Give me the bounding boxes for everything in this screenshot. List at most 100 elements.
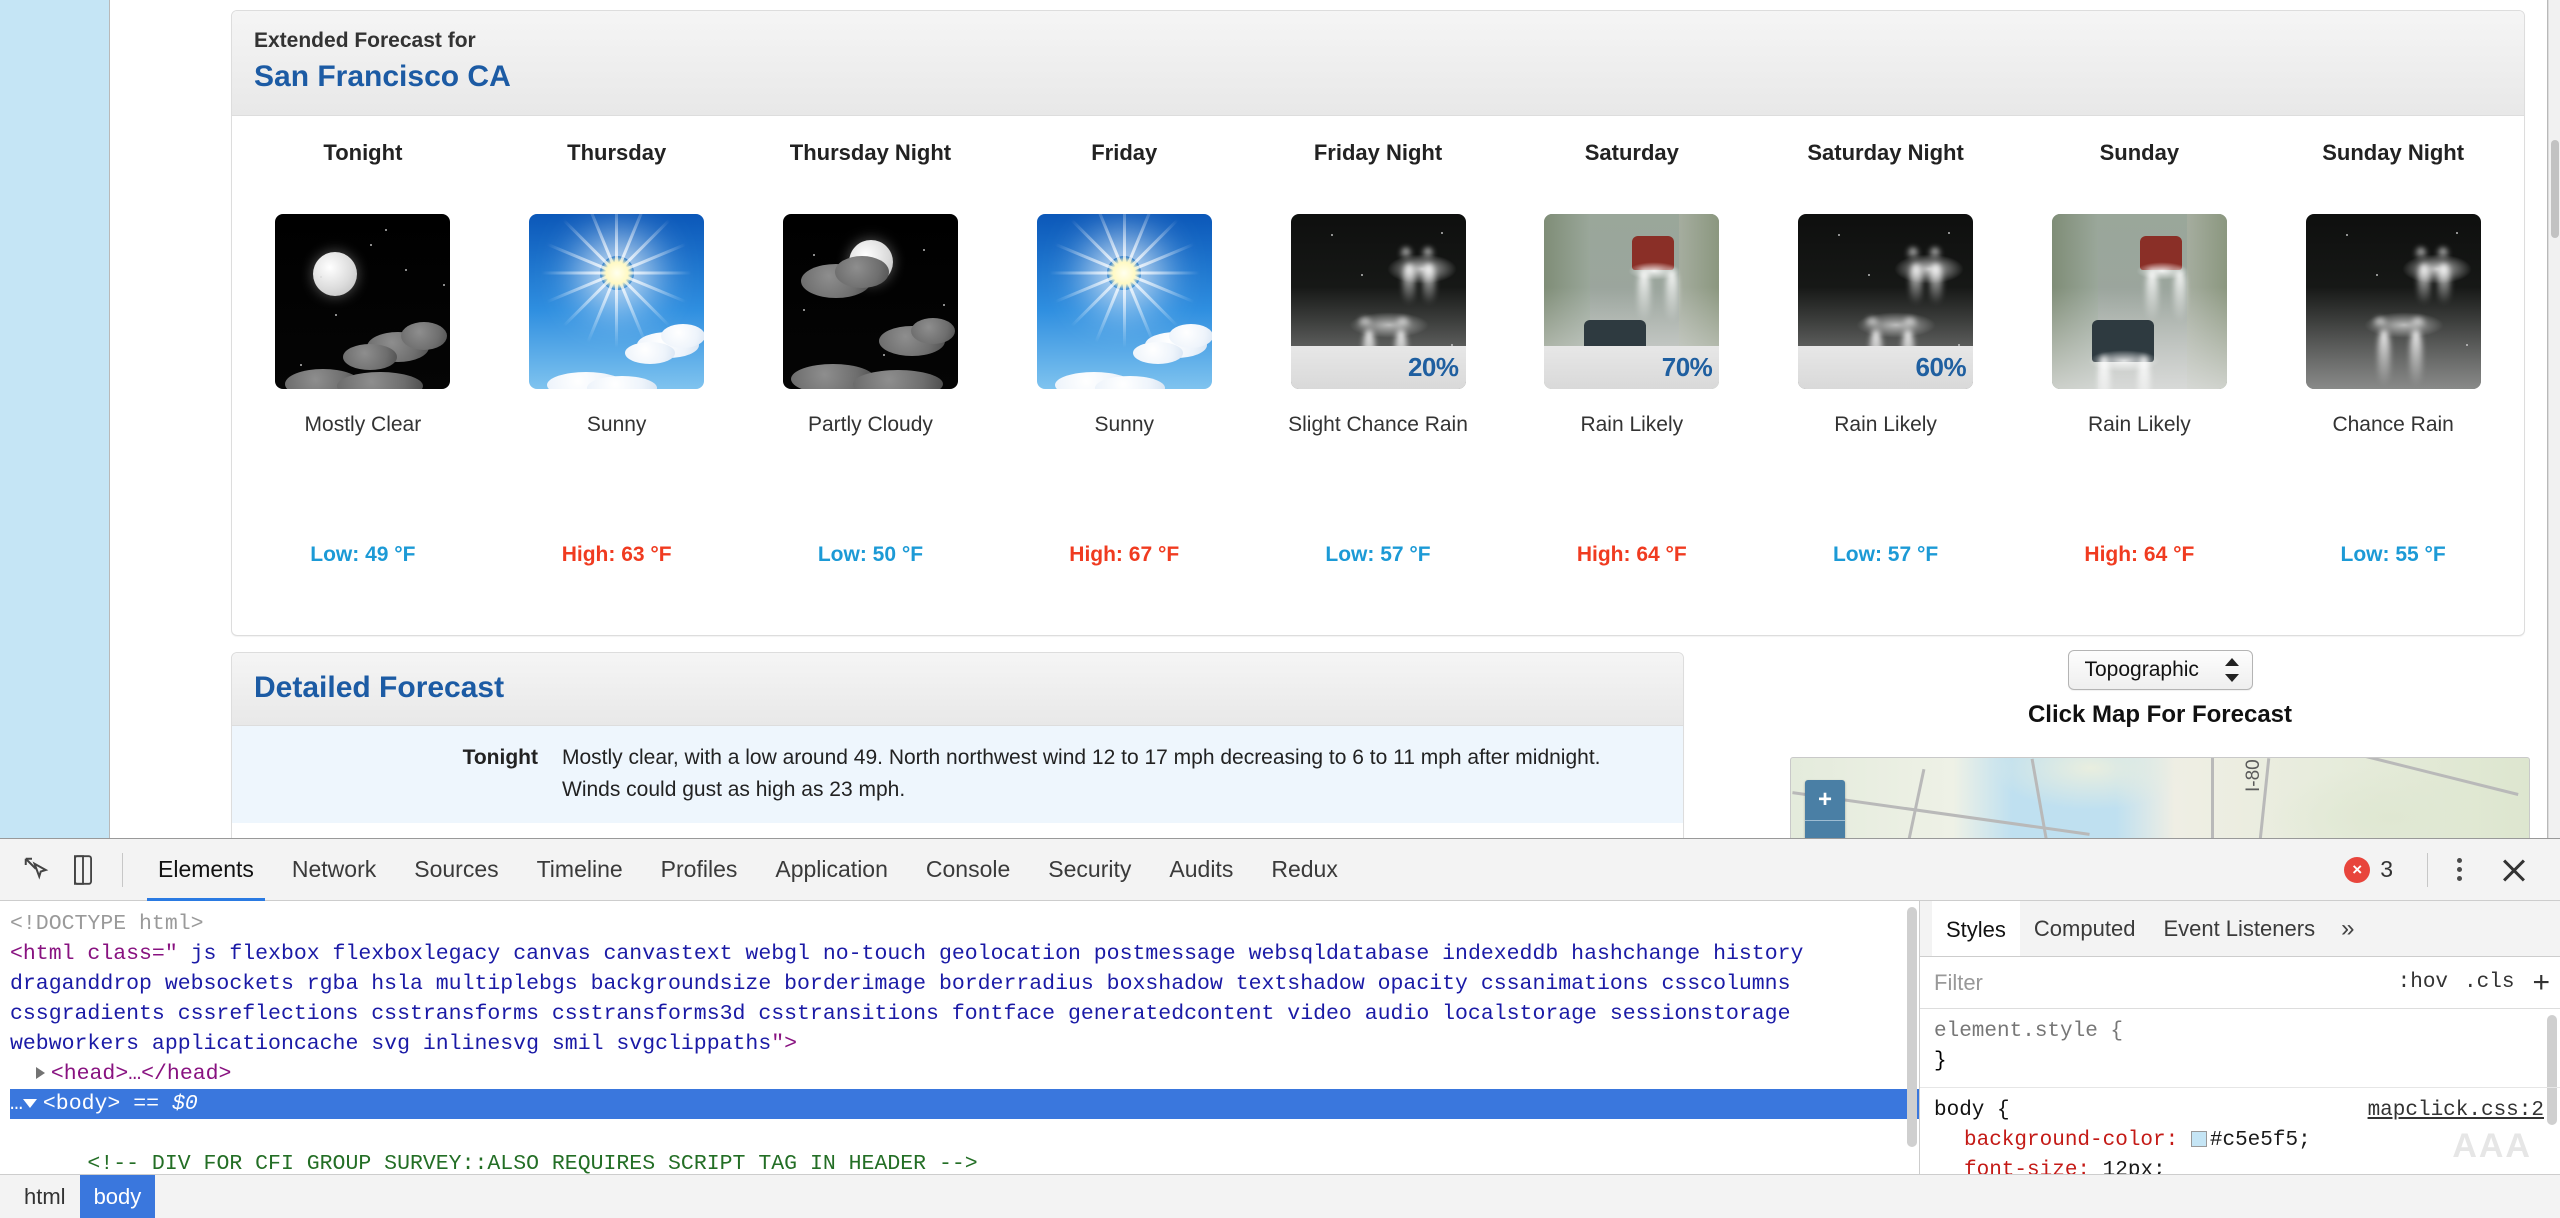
forecast-period-name: Sunday Night — [2322, 139, 2465, 165]
forecast-short-description: Sunny — [586, 412, 647, 436]
forecast-temperature: High: 64 °F — [2084, 542, 2195, 566]
forecast-period-name: Saturday — [1584, 139, 1679, 165]
dom-scrollbar[interactable] — [1907, 907, 1917, 1147]
moon-clouds-night-icon — [275, 213, 451, 389]
forecast-short-description: Slight Chance Rain — [1288, 412, 1468, 436]
forecast-city-name: San Francisco CA — [254, 60, 511, 94]
forecast-short-description: Sunny — [1094, 412, 1154, 436]
map-zoom-out-button[interactable]: − — [1805, 820, 1845, 838]
more-options-icon[interactable] — [2444, 852, 2474, 888]
map-zoom-controls[interactable]: + − — [1805, 780, 1845, 838]
forecast-card: Saturday 70% Rain Likely High: 64 °F — [1505, 138, 1759, 567]
error-badge-icon[interactable]: × — [2344, 856, 2371, 883]
close-devtools-icon[interactable] — [2492, 848, 2536, 892]
map-road — [1899, 768, 1926, 838]
styles-more-tabs-icon[interactable]: » — [2329, 901, 2366, 956]
devtools-tab-timeline[interactable]: Timeline — [518, 839, 642, 901]
devtools-tab-audits[interactable]: Audits — [1150, 839, 1252, 901]
styles-tab-styles[interactable]: Styles — [1932, 901, 2020, 956]
forecast-icon-wrap — [494, 213, 740, 389]
page-scrollbar[interactable] — [2548, 0, 2560, 838]
css-property-value[interactable]: #c5e5f5; — [2210, 1129, 2311, 1152]
css-rule[interactable]: element.style {} — [1920, 1009, 2560, 1088]
css-property-name[interactable]: font-size: — [1934, 1159, 2090, 1174]
basemap-select-holder[interactable]: Topographic — [2067, 650, 2253, 690]
forecast-short-description: Mostly Clear — [304, 412, 422, 436]
forecast-short-description: Partly Cloudy — [808, 412, 933, 436]
rain-night-icon: 60% — [1798, 213, 1974, 389]
elements-dom-tree[interactable]: <!DOCTYPE html> <html class=" js flexbox… — [0, 901, 1920, 1174]
dom-head-line[interactable]: <head>…</head> — [51, 1062, 232, 1086]
detailed-forecast-rows: Tonight Mostly clear, with a low around 4… — [232, 726, 1683, 823]
forecast-card: Friday Sunny High: 67 °F — [997, 138, 1251, 567]
precipitation-probability: 20% — [1290, 345, 1466, 389]
collapse-body-icon[interactable] — [22, 1098, 37, 1108]
breadcrumb-html[interactable]: html — [10, 1175, 80, 1218]
forecast-period-name: Thursday — [567, 139, 667, 165]
forecast-period-name: Friday Night — [1313, 139, 1443, 165]
color-swatch-icon[interactable] — [2190, 1131, 2207, 1147]
forecast-temperature: Low: 49 °F — [310, 542, 416, 566]
dom-tree-code: <!DOCTYPE html> <html class=" js flexbox… — [0, 901, 1919, 1174]
css-property-name[interactable]: background-color: — [1934, 1129, 2178, 1152]
basemap-select-wrap: Topographic — [1790, 650, 2530, 690]
devtools-panel: Elements Network Sources Timeline Profiles Ap… — [0, 838, 2560, 1218]
devtools-tab-console[interactable]: Console — [907, 839, 1029, 901]
css-rule-source[interactable]: mapclick.css:2 — [2368, 1096, 2544, 1126]
detailed-forecast-period: Tonight — [462, 746, 538, 769]
forecast-icon-wrap — [2016, 213, 2262, 389]
force-state-button[interactable]: :hov — [2398, 971, 2448, 994]
forecast-card: Tonight Mostly Clear Low: 49 °F — [236, 138, 490, 567]
rain-day-icon — [2051, 213, 2227, 389]
map-label-i80: I-80 — [2243, 759, 2264, 792]
forecast-icon-wrap: 20% — [1255, 213, 1501, 389]
forecast-icon-wrap — [2270, 213, 2516, 389]
forecast-temperature: High: 63 °F — [561, 542, 672, 566]
forecast-temperature: High: 64 °F — [1576, 542, 1687, 566]
detailed-forecast-header: Detailed Forecast — [232, 653, 1683, 726]
devtools-tab-sources[interactable]: Sources — [395, 839, 517, 901]
styles-tab-computed[interactable]: Computed — [2020, 901, 2150, 956]
devtools-tab-profiles[interactable]: Profiles — [642, 839, 757, 901]
toolbar-divider — [122, 852, 123, 887]
forecast-card: Sunday Night Chance Rain Low: 55 °F — [2266, 138, 2520, 567]
forecast-map[interactable]: Richmond I-80 + − — [1790, 757, 2530, 838]
css-rule-close: } — [1934, 1050, 1947, 1073]
devtools-tab-elements[interactable]: Elements — [139, 839, 273, 901]
page-scrollbar-thumb[interactable] — [2551, 140, 2559, 238]
map-zoom-in-button[interactable]: + — [1805, 780, 1845, 820]
basemap-select[interactable]: Topographic — [2067, 650, 2253, 690]
forecast-card: Friday Night 20% Slight Chance Rain Low: 57… — [1251, 138, 1505, 567]
detailed-forecast-text: Mostly clear, with a low around 49. Nort… — [562, 746, 1601, 801]
watermark: AAA — [2452, 1127, 2532, 1165]
expand-head-icon[interactable] — [35, 1067, 45, 1080]
dom-scrollbar-thumb[interactable] — [1907, 907, 1917, 1147]
error-count[interactable]: 3 — [2380, 856, 2393, 883]
dom-body-marker: == $0 — [133, 1092, 198, 1116]
styles-filter-input[interactable]: Filter — [1934, 970, 1983, 996]
styles-tab-event-listeners[interactable]: Event Listeners — [2149, 901, 2329, 956]
map-road — [2333, 758, 2519, 796]
inspect-element-icon[interactable] — [14, 847, 60, 893]
rain-day-icon: 70% — [1544, 213, 1720, 389]
css-property-value[interactable]: 12px; — [2103, 1159, 2166, 1174]
detailed-forecast-panel: Detailed Forecast Tonight Mostly clear, w… — [231, 652, 1684, 838]
extended-forecast-kicker: Extended Forecast for — [254, 29, 476, 52]
forecast-period-name: Tonight — [323, 139, 403, 165]
devtools-tab-application[interactable]: Application — [756, 839, 907, 901]
detailed-forecast-row: Tonight Mostly clear, with a low around 4… — [232, 726, 1683, 823]
sun-clear-day-icon — [1036, 213, 1212, 389]
element-classes-button[interactable]: .cls — [2464, 971, 2514, 994]
dom-comment: <!-- DIV FOR CFI GROUP SURVEY::ALSO REQU… — [87, 1152, 978, 1174]
device-toolbar-icon[interactable] — [60, 847, 106, 893]
devtools-body: <!DOCTYPE html> <html class=" js flexbox… — [0, 901, 2560, 1174]
devtools-tab-redux[interactable]: Redux — [1252, 839, 1356, 901]
new-style-rule-button[interactable]: + — [2532, 967, 2550, 998]
devtools-tab-network[interactable]: Network — [273, 839, 395, 901]
detailed-forecast-title: Detailed Forecast — [254, 671, 505, 704]
dom-body-row[interactable]: … <body> == $0 — [10, 1089, 1919, 1119]
page-left-margin — [0, 0, 109, 838]
breadcrumb-body[interactable]: body — [79, 1175, 156, 1218]
forecast-temperature: Low: 57 °F — [1325, 542, 1431, 566]
devtools-tab-security[interactable]: Security — [1029, 839, 1150, 901]
